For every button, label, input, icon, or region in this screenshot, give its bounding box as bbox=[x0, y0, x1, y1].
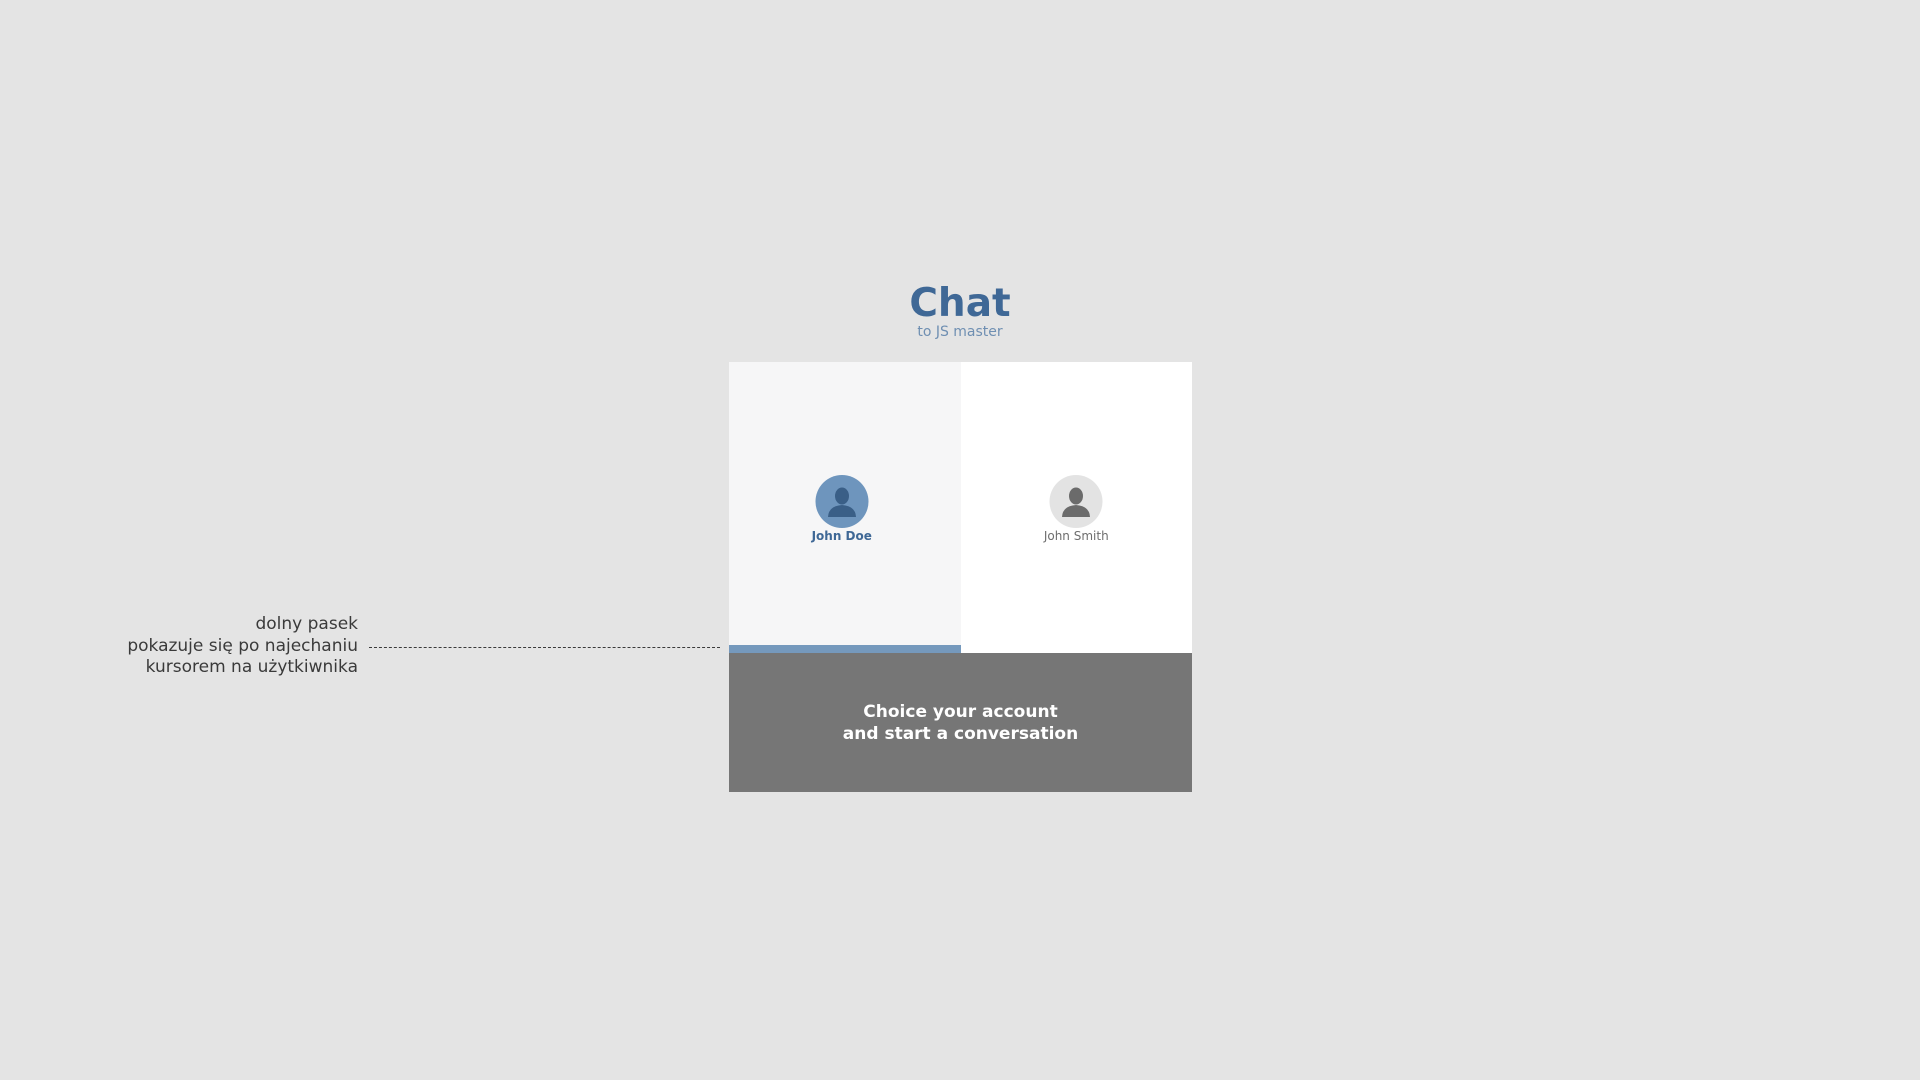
app-header: Chat to JS master bbox=[0, 280, 1920, 340]
footer-text-line-2: and start a conversation bbox=[842, 723, 1079, 744]
annotation-line-1: dolny pasek bbox=[255, 614, 358, 634]
annotation-line-3: kursorem na użytkiwnika bbox=[145, 657, 358, 677]
page: Chat to JS master John Doe John Smith Ch… bbox=[0, 0, 1920, 1080]
user-avatar bbox=[1049, 475, 1103, 528]
annotation-note: dolny pasek pokazuje się po najechaniu k… bbox=[127, 614, 358, 679]
chat-box: John Doe John Smith Choice your account … bbox=[729, 362, 1192, 792]
user-avatar bbox=[815, 475, 869, 528]
user-name: John Smith bbox=[1043, 529, 1109, 543]
hover-bar bbox=[729, 645, 961, 653]
user-card-john-doe[interactable]: John Doe bbox=[729, 362, 961, 653]
app-title: Chat bbox=[909, 281, 1011, 326]
annotation-line-2: pokazuje się po najechaniu bbox=[127, 635, 358, 656]
annotation-pointer-line bbox=[369, 647, 720, 648]
user-card-john-smith[interactable]: John Smith bbox=[960, 362, 1192, 653]
bottom-bar: Choice your account and start a conversa… bbox=[729, 653, 1192, 792]
user-name: John Doe bbox=[811, 529, 872, 543]
user-icon bbox=[827, 487, 856, 517]
footer-text-line-1: Choice your account bbox=[863, 701, 1058, 722]
user-icon bbox=[1062, 487, 1091, 517]
app-subtitle: to JS master bbox=[917, 324, 1003, 340]
user-list: John Doe John Smith bbox=[729, 362, 1192, 653]
